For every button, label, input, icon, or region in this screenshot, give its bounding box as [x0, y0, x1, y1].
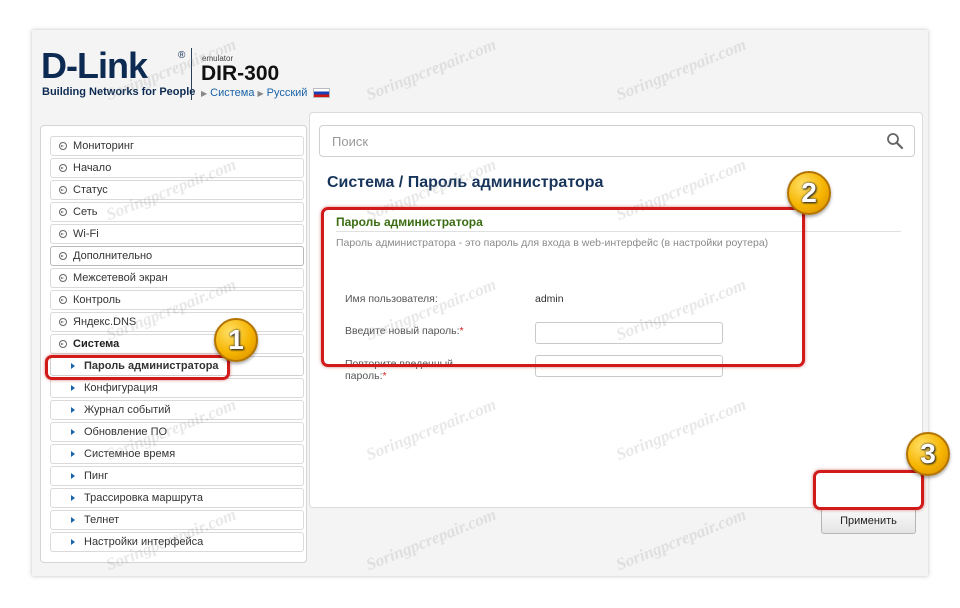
section-title: Пароль администратора: [336, 215, 483, 229]
sidebar-item-label: Система: [73, 338, 120, 350]
model-name: DIR-300: [201, 62, 280, 85]
watermark: Soringpcrepair.com: [363, 504, 499, 575]
circle-arrow-icon: [58, 230, 67, 239]
sidebar-item-label: Начало: [73, 162, 112, 174]
triangle-right-icon: [71, 385, 75, 391]
required-mark: *: [459, 325, 464, 337]
search-icon[interactable]: [886, 132, 904, 150]
logo-separator: [191, 48, 192, 100]
circle-arrow-icon: [58, 208, 67, 217]
logo-tagline: Building Networks for People: [42, 86, 196, 98]
sidebar-item-control[interactable]: Контроль: [50, 290, 304, 310]
sidebar-item-firmware-update[interactable]: Обновление ПО: [50, 422, 304, 442]
sidebar-item-label: Пинг: [84, 470, 109, 482]
triangle-right-icon: [71, 429, 75, 435]
new-password-field[interactable]: [535, 322, 723, 344]
triangle-right-icon: [71, 363, 75, 369]
sidebar-item-telnet[interactable]: Телнет: [50, 510, 304, 530]
sidebar-item-label: Телнет: [84, 514, 120, 526]
repeat-password-label-line2: пароль:: [345, 370, 383, 382]
breadcrumb-system[interactable]: Система: [210, 87, 254, 99]
sidebar-item-label: Wi-Fi: [73, 228, 99, 240]
sidebar-item-monitoring[interactable]: Мониторинг: [50, 136, 304, 156]
required-mark: *: [382, 370, 387, 382]
sidebar-item-advanced[interactable]: Дополнительно: [50, 246, 304, 266]
divider: [336, 231, 901, 232]
sidebar-item-firewall[interactable]: Межсетевой экран: [50, 268, 304, 288]
sidebar-item-label: Сеть: [73, 206, 98, 218]
triangle-right-icon: [71, 517, 75, 523]
sidebar-item-label: Пароль администратора: [84, 360, 219, 372]
circle-arrow-icon: [58, 164, 67, 173]
sidebar-item-label: Системное время: [84, 448, 176, 460]
sidebar-item-event-log[interactable]: Журнал событий: [50, 400, 304, 420]
triangle-right-icon: [71, 495, 75, 501]
circle-arrow-icon: [58, 142, 67, 151]
search-placeholder: Поиск: [332, 134, 369, 149]
repeat-password-label-line1: Повторите введенный: [345, 358, 454, 370]
section-description: Пароль администратора - это пароль для в…: [336, 237, 769, 249]
new-password-label: Введите новый пароль:*: [345, 325, 464, 337]
triangle-right-icon: [71, 539, 75, 545]
circle-arrow-icon: [58, 274, 67, 283]
main-panel: Поиск Система / Пароль администратора Па…: [309, 112, 923, 508]
sidebar-item-label: Настройки интерфейса: [84, 536, 204, 548]
search-input[interactable]: Поиск: [319, 125, 915, 157]
triangle-right-icon: [71, 451, 75, 457]
sidebar-item-label: Статус: [73, 184, 108, 196]
sidebar-item-system[interactable]: Система: [50, 334, 304, 354]
sidebar-item-label: Журнал событий: [84, 404, 171, 416]
breadcrumb: ▶ Система ▶ Русский: [201, 87, 331, 99]
repeat-password-label: Повторите введенный пароль:*: [345, 358, 453, 382]
admin-password-section: Пароль администратора Пароль администрат…: [336, 215, 906, 249]
new-password-label-text: Введите новый пароль:: [345, 325, 460, 337]
step-badge-3: 3: [906, 432, 950, 476]
step-badge-2: 2: [787, 171, 831, 215]
sidebar-item-yandex-dns[interactable]: Яндекс.DNS: [50, 312, 304, 332]
triangle-right-icon: [71, 473, 75, 479]
circle-arrow-icon: [58, 296, 67, 305]
page-title: Система / Пароль администратора: [327, 174, 603, 192]
header: D-Link ® Building Networks for People em…: [32, 30, 928, 112]
sidebar-item-interface-settings[interactable]: Настройки интерфейса: [50, 532, 304, 552]
sidebar-item-wifi[interactable]: Wi-Fi: [50, 224, 304, 244]
sidebar-menu: Мониторинг Начало Статус Сеть Wi-Fi Допо…: [40, 125, 307, 563]
sidebar-item-label: Межсетевой экран: [73, 272, 168, 284]
circle-arrow-icon: [58, 318, 67, 327]
sidebar-item-traceroute[interactable]: Трассировка маршрута: [50, 488, 304, 508]
repeat-password-field[interactable]: [535, 355, 723, 377]
russia-flag-icon[interactable]: [313, 88, 331, 98]
apply-button[interactable]: Применить: [821, 508, 916, 534]
username-label: Имя пользователя:: [345, 293, 438, 305]
step-badge-1: 1: [214, 318, 258, 362]
username-value: admin: [535, 293, 564, 305]
sidebar-item-label: Контроль: [73, 294, 121, 306]
sidebar-item-configuration[interactable]: Конфигурация: [50, 378, 304, 398]
dlink-logo: D-Link: [41, 45, 148, 86]
sidebar-item-admin-password[interactable]: Пароль администратора: [50, 356, 304, 376]
watermark: Soringpcrepair.com: [613, 504, 749, 575]
sidebar-item-status[interactable]: Статус: [50, 180, 304, 200]
sidebar-item-label: Дополнительно: [73, 250, 153, 262]
page-title-prefix: Система /: [327, 174, 404, 191]
circle-arrow-icon: [58, 340, 67, 349]
sidebar-item-start[interactable]: Начало: [50, 158, 304, 178]
sidebar-item-system-time[interactable]: Системное время: [50, 444, 304, 464]
router-web-interface: D-Link ® Building Networks for People em…: [32, 30, 928, 576]
sidebar-item-ping[interactable]: Пинг: [50, 466, 304, 486]
circle-arrow-icon: [58, 252, 67, 261]
triangle-right-icon: [71, 407, 75, 413]
sidebar-item-label: Обновление ПО: [84, 426, 168, 438]
page-title-text: Пароль администратора: [407, 174, 604, 191]
chevron-right-icon: ▶: [257, 88, 264, 98]
registered-mark: ®: [178, 50, 186, 61]
sidebar-item-label: Мониторинг: [73, 140, 135, 152]
sidebar-item-network[interactable]: Сеть: [50, 202, 304, 222]
sidebar-item-label: Яндекс.DNS: [73, 316, 137, 328]
language-selector[interactable]: Русский: [267, 87, 308, 99]
circle-arrow-icon: [58, 186, 67, 195]
sidebar-item-label: Конфигурация: [84, 382, 158, 394]
chevron-right-icon: ▶: [201, 88, 208, 98]
sidebar-item-label: Трассировка маршрута: [84, 492, 203, 504]
